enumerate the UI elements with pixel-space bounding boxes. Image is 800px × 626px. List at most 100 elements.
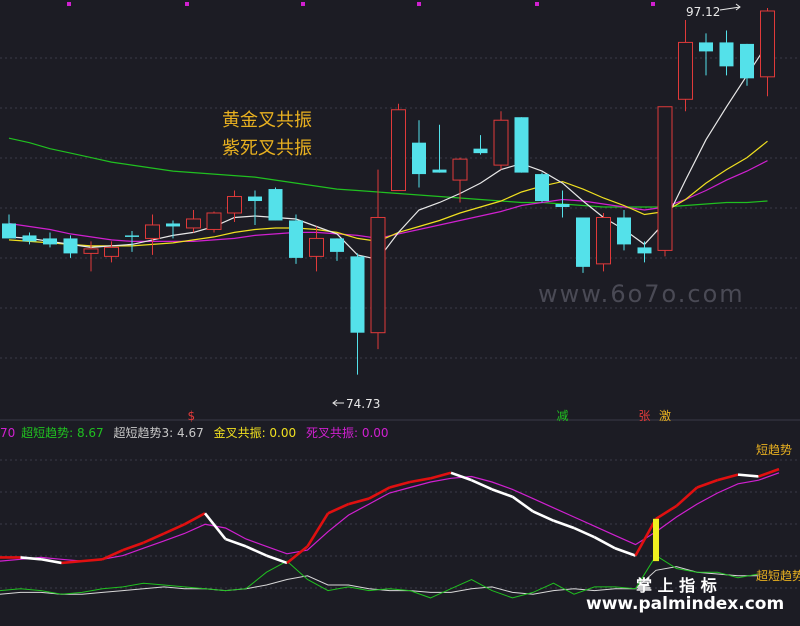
candle — [596, 212, 611, 272]
candle-body — [657, 106, 673, 251]
candle — [473, 135, 488, 155]
short-trend-segment — [491, 488, 513, 498]
candle-body — [432, 169, 447, 173]
short-trend-segment — [593, 536, 616, 550]
signal-marker: $ — [188, 409, 196, 423]
candle — [432, 124, 447, 173]
candle — [493, 111, 509, 170]
annotation-death-cross: 紫死叉共振 — [222, 138, 312, 159]
top-marker — [535, 2, 539, 6]
candle-body — [125, 235, 139, 237]
short-trend-segment — [389, 480, 411, 489]
candle — [186, 210, 201, 233]
signal-marker: 减 — [557, 409, 569, 423]
candle — [370, 169, 386, 350]
candle-body — [637, 247, 652, 254]
candle-body — [473, 148, 488, 154]
short-trend-segment — [573, 526, 596, 539]
low-price-marker: 74.73 — [332, 397, 380, 411]
candle-body — [43, 238, 57, 245]
candle — [657, 106, 673, 257]
candle-body — [493, 119, 509, 166]
candle — [719, 30, 734, 76]
candle — [22, 232, 37, 245]
short-trend-segment — [81, 557, 103, 563]
ma-magenta-line — [8, 160, 768, 242]
candle — [576, 217, 590, 273]
candle — [678, 19, 693, 112]
candle-body — [719, 42, 734, 67]
candle-body — [145, 224, 160, 239]
chart-canvas: www.6o7o.com $ 减 张激 97.12 74.73 短趋势 超短趋势 掌… — [0, 2, 800, 614]
short-trend-segment — [286, 545, 309, 564]
candle-body — [740, 43, 754, 79]
bottom-watermark-url: www.palmindex.com — [586, 594, 784, 614]
candle-body — [699, 42, 713, 52]
candle-body — [350, 256, 365, 333]
high-price-marker: 97.12 — [686, 3, 741, 19]
top-marker — [67, 2, 71, 6]
candle — [760, 8, 775, 97]
candle — [740, 43, 754, 86]
price-gridlines — [0, 57, 800, 359]
short-trend-segment — [737, 473, 759, 478]
candle-body — [760, 10, 775, 78]
ultra-short-label: 超短趋势 — [756, 568, 800, 583]
indicator-prefix: 70 — [0, 426, 16, 440]
signal-markers: $ 减 张激 — [188, 409, 672, 423]
top-marker — [185, 2, 189, 6]
candle-body — [617, 217, 631, 245]
short-trend-ma-line — [0, 472, 780, 562]
short-trend-segment — [717, 473, 739, 482]
candle — [63, 235, 78, 258]
center-watermark: www.6o7o.com — [538, 280, 745, 308]
candle-body — [268, 189, 283, 221]
candle-body — [22, 235, 37, 242]
annotation-golden-cross: 黄金叉共振 — [222, 110, 312, 131]
candle-body — [289, 220, 303, 258]
candle-body — [186, 218, 201, 229]
short-trend-segment — [614, 547, 636, 557]
candle — [350, 253, 365, 375]
candle — [43, 232, 57, 248]
candle-body — [248, 196, 262, 202]
ma-green-line — [8, 137, 768, 208]
short-trend-segment — [40, 558, 62, 565]
candle-body — [104, 246, 119, 257]
candle-body — [166, 223, 180, 227]
legend-golden-cross: 金叉共振: 0.00 — [213, 426, 297, 440]
legend-short-trend-3: 超短趋势3: 4.67 — [113, 426, 204, 440]
candle — [289, 214, 303, 264]
candle — [391, 103, 406, 192]
moving-average-lines — [8, 43, 769, 261]
candle-body — [391, 109, 406, 192]
short-trend-segment — [266, 554, 288, 565]
legend-death-cross: 死叉共振: 0.00 — [305, 426, 389, 440]
candle — [166, 220, 180, 239]
short-trend-label: 短趋势 — [756, 443, 792, 457]
candle — [412, 120, 426, 188]
short-trend-segment — [675, 486, 698, 507]
candle-body — [227, 196, 242, 214]
candle — [2, 214, 16, 239]
short-trend-segment — [348, 497, 370, 506]
candle-body — [678, 41, 693, 100]
top-edge-markers — [67, 2, 655, 6]
candle-body — [206, 212, 222, 230]
short-trend-segment — [163, 523, 186, 535]
short-trend-segment — [655, 504, 678, 520]
short-trend-segment — [696, 478, 718, 489]
low-price-label: 74.73 — [346, 397, 380, 411]
candle-body — [555, 204, 570, 208]
candle — [637, 241, 652, 263]
short-trend-segment — [327, 502, 350, 515]
signal-bar — [653, 518, 659, 562]
top-marker — [651, 2, 655, 6]
short-trend-segment — [203, 512, 227, 540]
candlestick-series — [2, 8, 775, 375]
candle-body — [2, 223, 16, 239]
ma-white-line — [8, 43, 769, 261]
signal-marker: 激 — [659, 409, 671, 423]
short-trend-segment — [183, 512, 206, 526]
short-trend-segment — [20, 556, 42, 561]
